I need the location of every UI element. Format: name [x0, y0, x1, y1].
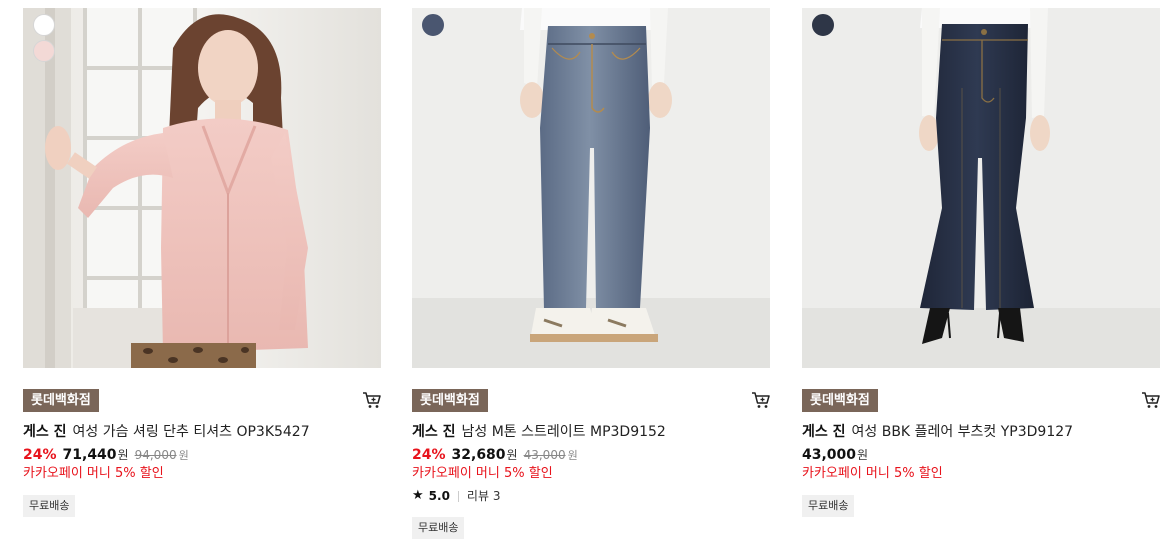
- product-photo-straight-jeans: [412, 8, 770, 368]
- product-card-1[interactable]: 롯데백화점 게스 진 여성 가슴 셔링 단추 티셔츠 OP3K5427 24% 71…: [23, 8, 381, 546]
- product-card-3[interactable]: 롯데백화점 게스 진 여성 BBK 플레어 부츠컷 YP3D9127 43,000…: [802, 8, 1160, 546]
- cart-icon[interactable]: [751, 391, 771, 409]
- sale-price: 71,440: [62, 447, 117, 463]
- price-unit: 원: [117, 448, 129, 462]
- color-swatch-blue[interactable]: [422, 14, 444, 36]
- store-badge: 롯데백화점: [412, 389, 488, 412]
- product-name: 남성 M톤 스트레이트 MP3D9152: [461, 424, 666, 440]
- original-price: 94,000: [134, 448, 177, 462]
- product-card-2[interactable]: 롯데백화점 게스 진 남성 M톤 스트레이트 MP3D9152 24% 32,680…: [412, 8, 770, 546]
- promo-text: 카카오페이 머니 5% 할인: [23, 466, 164, 481]
- product-name: 여성 BBK 플레어 부츠컷 YP3D9127: [851, 424, 1074, 440]
- color-swatch-white[interactable]: [33, 14, 55, 36]
- original-price-unit: 원: [178, 449, 189, 462]
- star-icon: ★: [412, 488, 424, 503]
- divider: [457, 490, 459, 502]
- price-row: 43,000원: [802, 445, 874, 465]
- sale-price: 32,680: [451, 447, 506, 463]
- promo-text: 카카오페이 머니 5% 할인: [802, 466, 943, 481]
- original-price-unit: 원: [567, 449, 578, 462]
- review-count: 리뷰 3: [466, 489, 501, 503]
- product-photo-cardigan: [23, 8, 381, 368]
- price-row: 24% 71,440원 94,000 원: [23, 445, 189, 466]
- store-badge: 롯데백화점: [802, 389, 878, 412]
- rating-score: 5.0: [428, 489, 450, 503]
- price-unit: 원: [506, 448, 518, 462]
- cart-icon[interactable]: [1141, 391, 1161, 409]
- rating-row[interactable]: ★ 5.0 리뷰 3: [412, 487, 500, 505]
- cart-icon[interactable]: [362, 391, 382, 409]
- store-badge: 롯데백화점: [23, 389, 99, 412]
- color-swatch-pink[interactable]: [33, 40, 55, 62]
- product-title[interactable]: 게스 진 남성 M톤 스트레이트 MP3D9152: [412, 422, 666, 442]
- product-title[interactable]: 게스 진 여성 가슴 셔링 단추 티셔츠 OP3K5427: [23, 422, 310, 442]
- price-row: 24% 32,680원 43,000 원: [412, 445, 578, 466]
- product-image-1[interactable]: [23, 8, 381, 368]
- brand-name: 게스 진: [23, 424, 67, 440]
- promo-text: 카카오페이 머니 5% 할인: [412, 466, 553, 481]
- color-swatches: [422, 14, 444, 36]
- brand-name: 게스 진: [412, 424, 456, 440]
- free-shipping-tag: 무료배송: [23, 495, 76, 517]
- discount-rate: 24%: [23, 447, 57, 463]
- product-image-2[interactable]: [412, 8, 770, 368]
- price-unit: 원: [857, 448, 869, 462]
- product-title[interactable]: 게스 진 여성 BBK 플레어 부츠컷 YP3D9127: [802, 422, 1073, 442]
- free-shipping-tag: 무료배송: [412, 517, 465, 539]
- product-name: 여성 가슴 셔링 단추 티셔츠 OP3K5427: [72, 424, 310, 440]
- discount-rate: 24%: [412, 447, 446, 463]
- sale-price: 43,000: [802, 447, 857, 463]
- color-swatch-navy[interactable]: [812, 14, 834, 36]
- brand-name: 게스 진: [802, 424, 846, 440]
- color-swatches: [33, 14, 55, 62]
- product-photo-bootcut-jeans: [802, 8, 1160, 368]
- color-swatches: [812, 14, 834, 36]
- product-image-3[interactable]: [802, 8, 1160, 368]
- original-price: 43,000: [523, 448, 566, 462]
- free-shipping-tag: 무료배송: [802, 495, 855, 517]
